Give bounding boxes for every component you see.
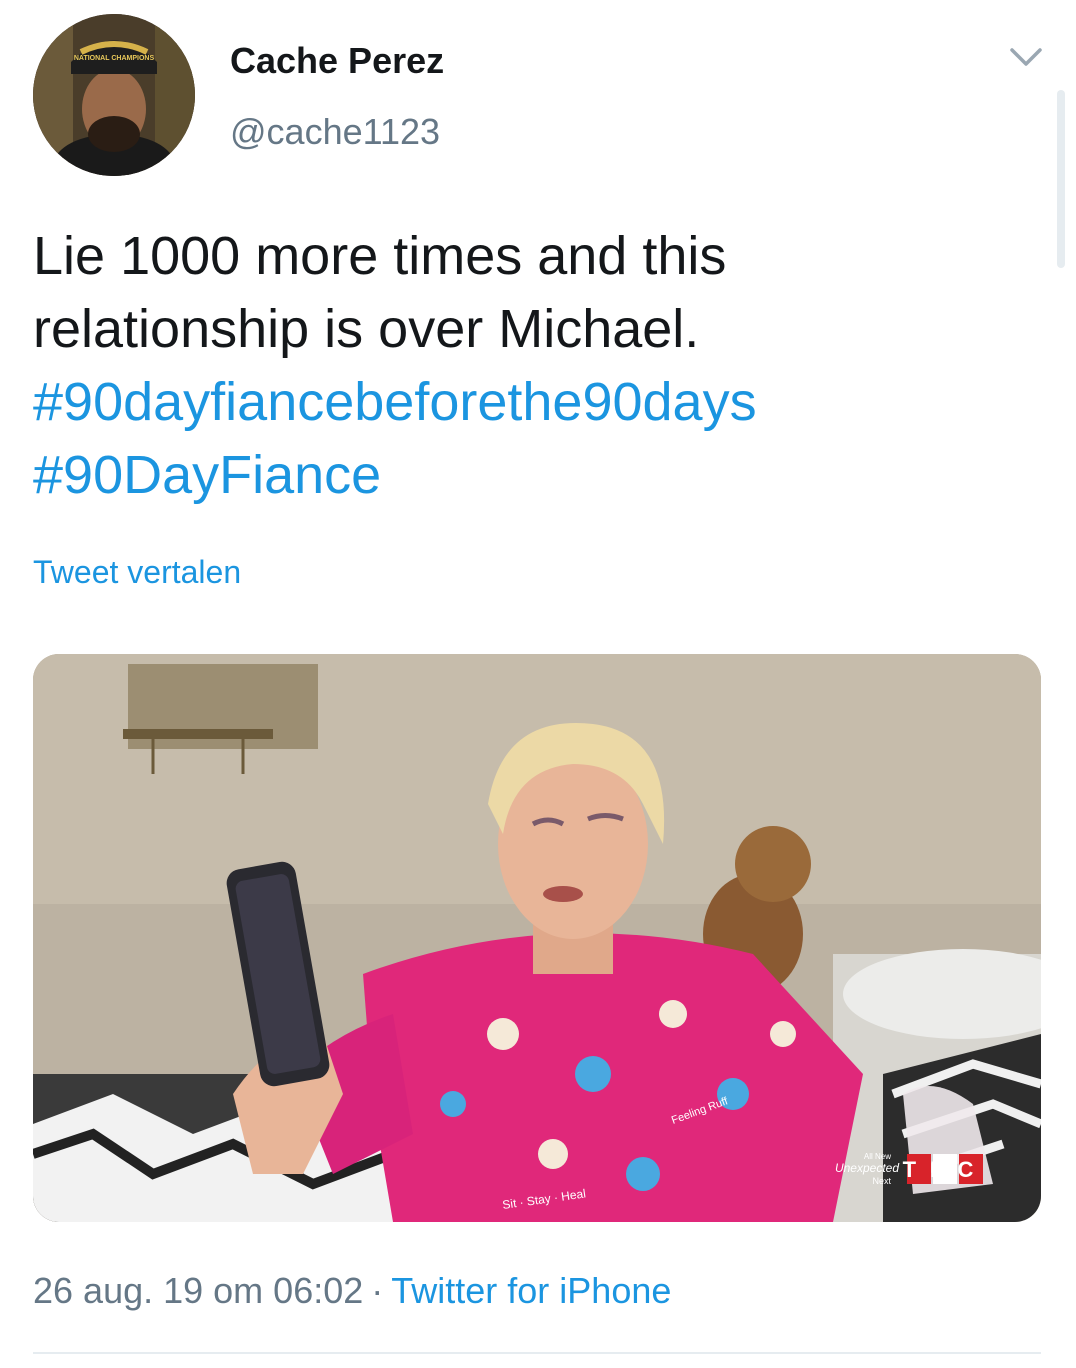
divider [33,1352,1041,1354]
tweet-text-line: Lie 1000 more times and this [33,226,727,286]
tweet-meta: 26 aug. 19 om 06:02 · Twitter for iPhone [33,1270,671,1312]
avatar-image: NATIONAL CHAMPIONS [33,14,195,176]
promo-text: Unexpected [835,1161,899,1175]
avatar-cap-text: NATIONAL CHAMPIONS [74,55,155,62]
author-avatar[interactable]: NATIONAL CHAMPIONS [33,14,195,176]
tweet-menu-button[interactable] [1006,42,1046,72]
promo-text: All New [864,1152,891,1161]
scrollbar[interactable] [1057,90,1065,268]
tweet-media-image[interactable]: Sit · Stay · Heal Feeling Ruff All New U… [33,654,1041,1222]
author-handle[interactable]: @cache1123 [230,111,440,153]
tweet-text-line: relationship is over Michael. [33,299,700,359]
media-scene: Sit · Stay · Heal Feeling Ruff All New U… [33,654,1041,1222]
hashtag-link[interactable]: #90DayFiance [33,439,1043,512]
tweet-timestamp[interactable]: 26 aug. 19 om 06:02 [33,1270,363,1311]
chevron-down-icon [1010,48,1042,66]
author-name[interactable]: Cache Perez [230,40,444,82]
tweet-source-link[interactable]: Twitter for iPhone [391,1270,671,1311]
meta-separator: · [371,1270,384,1311]
translate-tweet-link[interactable]: Tweet vertalen [33,554,241,591]
promo-text: Next [872,1176,891,1186]
hashtag-link[interactable]: #90dayfiancebeforethe90days [33,366,1043,439]
tlc-logo: TLC [903,1157,988,1182]
tweet-text: Lie 1000 more times and this relationshi… [33,220,1043,512]
